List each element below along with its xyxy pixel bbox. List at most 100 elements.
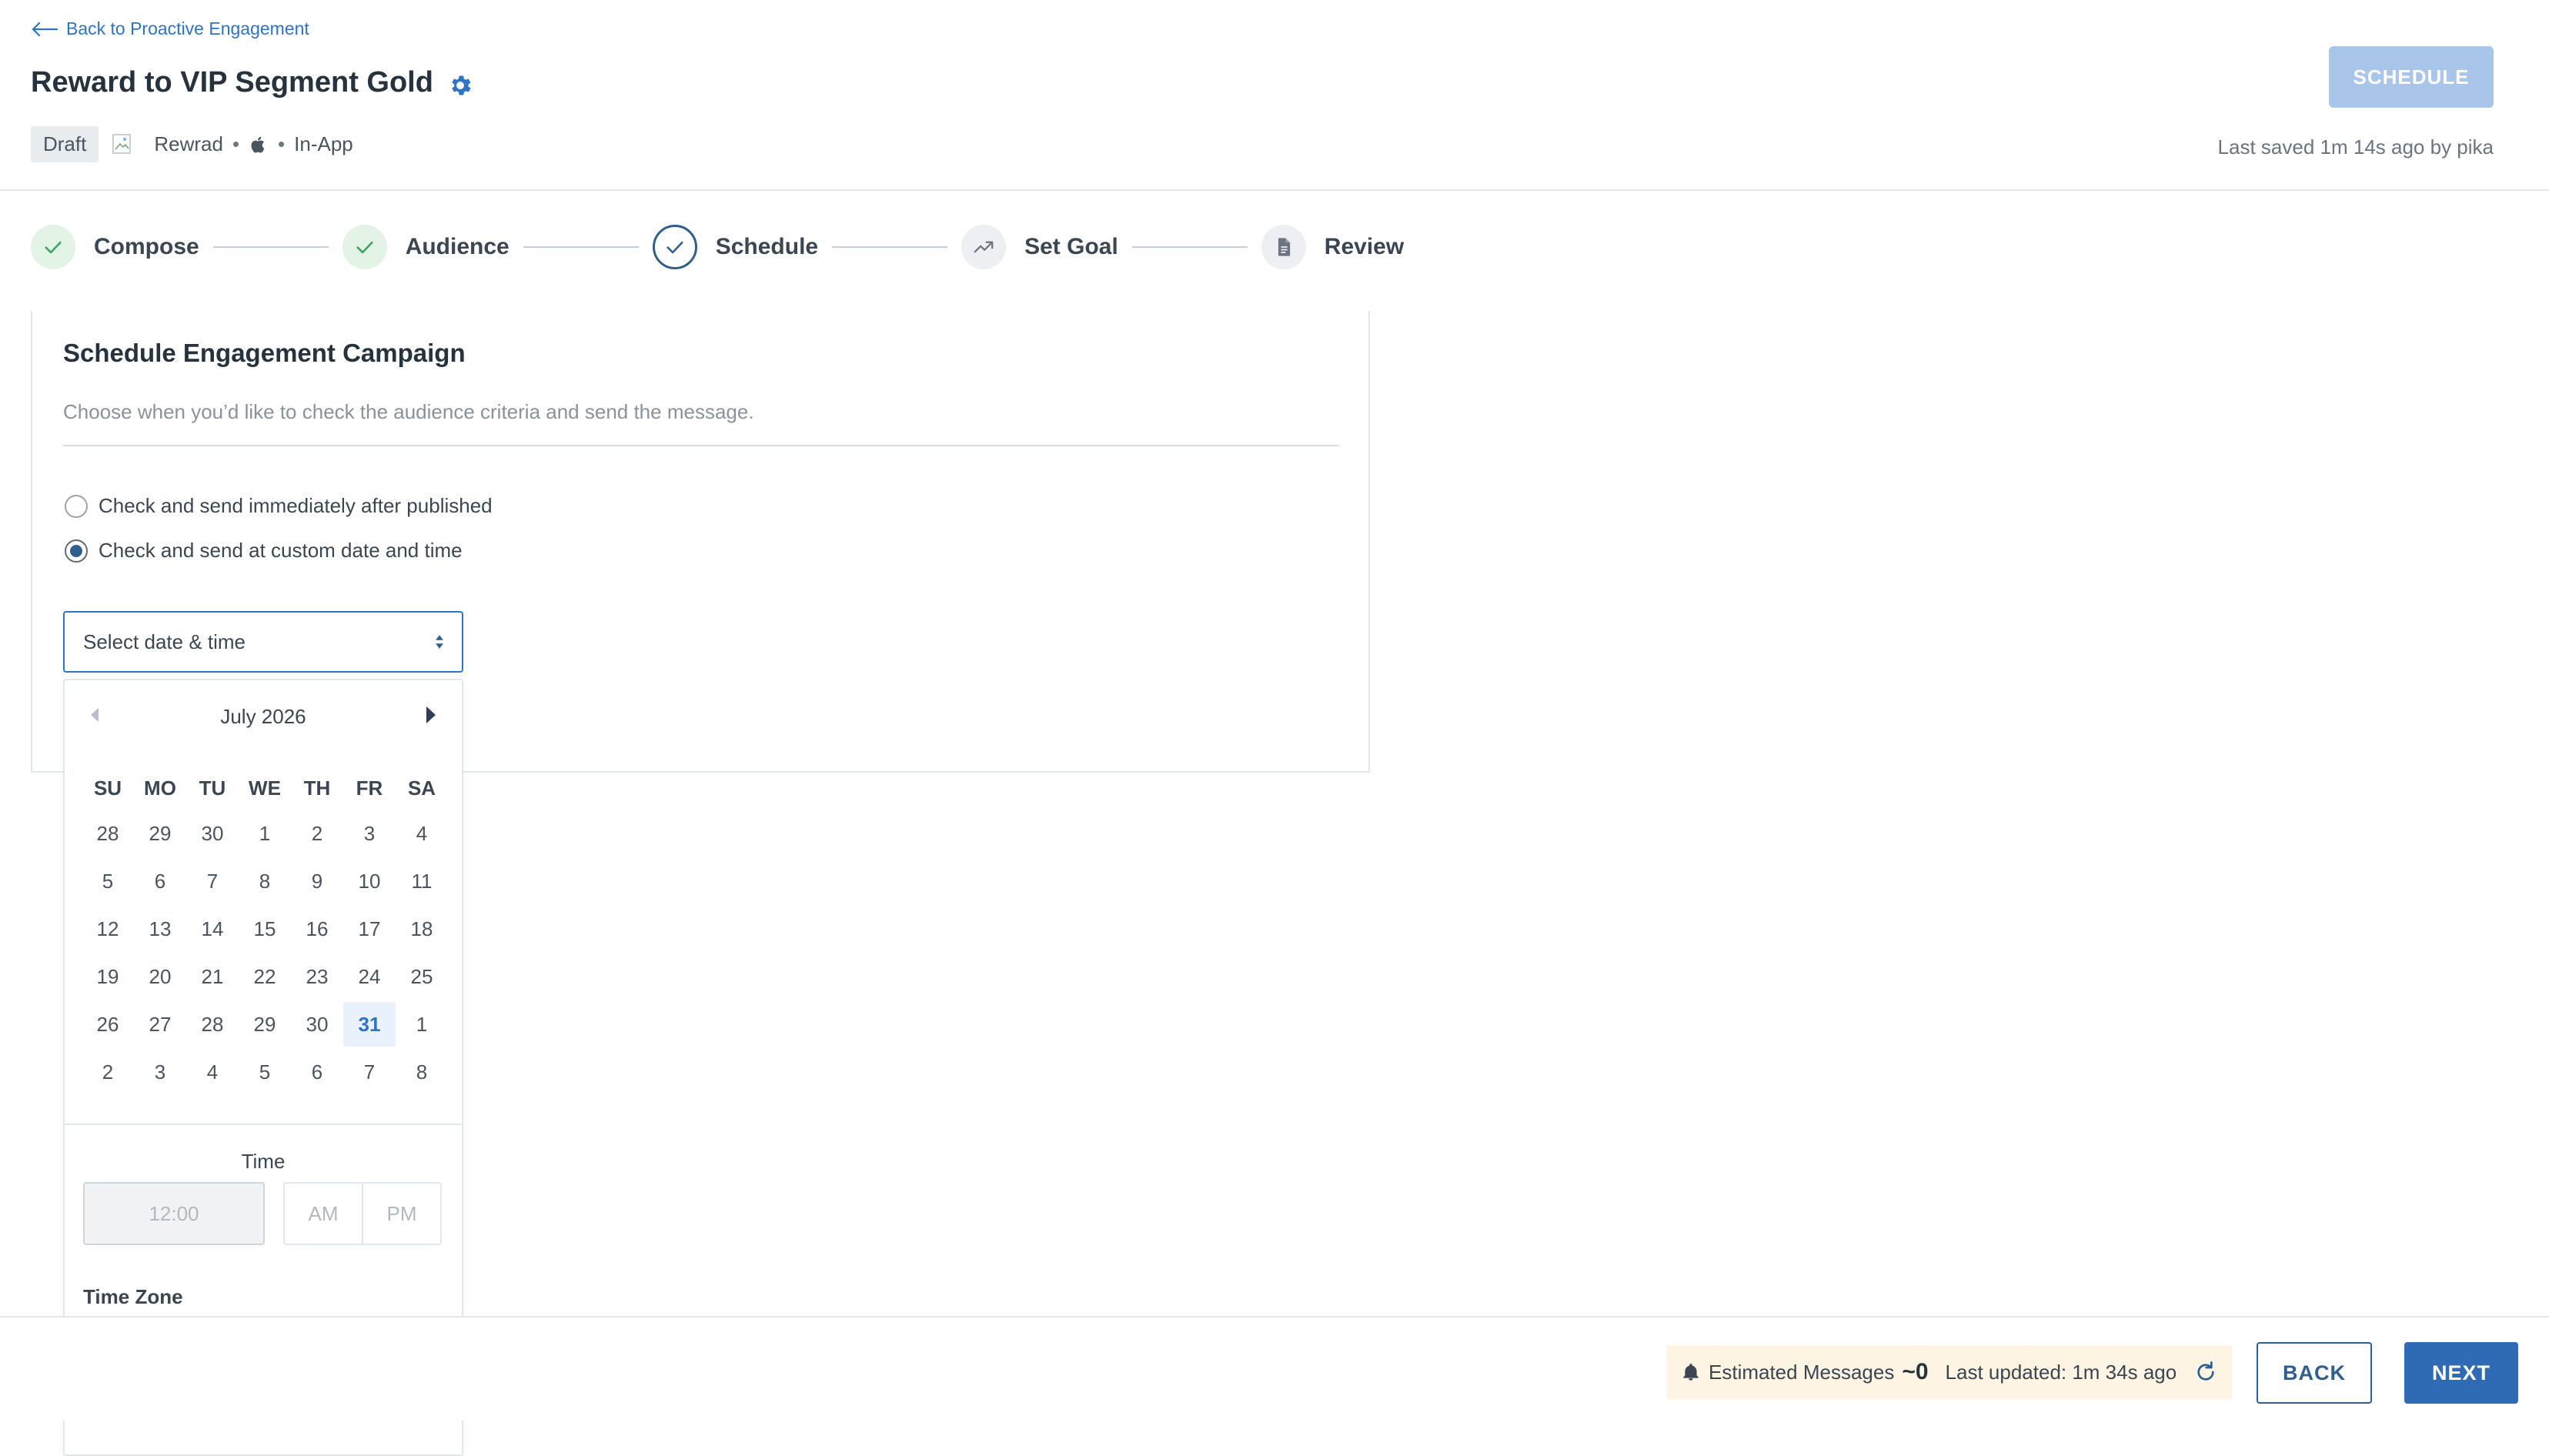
check-icon [652, 225, 697, 269]
calendar-day[interactable]: 8 [396, 1050, 448, 1094]
calendar-day[interactable]: 4 [396, 811, 448, 856]
estimated-value: ~0 [1902, 1359, 1929, 1384]
calendar-day[interactable]: 30 [186, 811, 239, 856]
calendar-day[interactable]: 12 [82, 907, 134, 951]
calendar-day[interactable]: 7 [343, 1050, 396, 1094]
calendar-day[interactable]: 10 [343, 859, 396, 903]
calendar-day[interactable]: 6 [134, 859, 186, 903]
next-button[interactable]: NEXT [2404, 1342, 2518, 1404]
step-label: Compose [94, 234, 199, 259]
calendar-day[interactable]: 1 [396, 1002, 448, 1047]
calendar-day[interactable]: 31 [343, 1002, 396, 1047]
schedule-button[interactable]: SCHEDULE [2329, 46, 2494, 108]
calendar-day[interactable]: 3 [343, 811, 396, 856]
trend-up-icon [961, 225, 1007, 269]
document-icon [1261, 225, 1306, 269]
calendar-day[interactable]: 26 [82, 1002, 134, 1047]
calendar-day[interactable]: 16 [291, 907, 343, 951]
calendar-day[interactable]: 11 [396, 859, 448, 903]
step-review[interactable]: Review [1261, 225, 1404, 269]
calendar-day[interactable]: 20 [134, 954, 186, 999]
radio-send-immediately[interactable]: Check and send immediately after publish… [65, 494, 493, 518]
radio-button[interactable] [65, 494, 88, 518]
arrow-left-icon [32, 22, 58, 36]
calendar-day[interactable]: 5 [82, 859, 134, 903]
radio-send-custom[interactable]: Check and send at custom date and time [65, 539, 463, 563]
reward-name: Rewrad [154, 132, 223, 155]
calendar-week: 26 27 28 29 30 31 1 [82, 1000, 448, 1048]
radio-label: Check and send immediately after publish… [99, 494, 493, 517]
step-schedule[interactable]: Schedule [652, 225, 818, 269]
campaign-meta: Draft Rewrad • • In-App [31, 126, 353, 162]
calendar-day[interactable]: 2 [82, 1050, 134, 1094]
calendar-day[interactable]: 25 [396, 954, 448, 999]
calendar-day[interactable]: 14 [186, 907, 239, 951]
next-month-icon[interactable] [426, 706, 436, 723]
step-audience[interactable]: Audience [342, 225, 509, 269]
calendar-day[interactable]: 1 [239, 811, 291, 856]
refresh-icon[interactable] [2193, 1360, 2218, 1384]
check-icon [31, 225, 75, 269]
calendar-day[interactable]: 24 [343, 954, 396, 999]
month-label: July 2026 [220, 705, 306, 728]
calendar-day[interactable]: 19 [82, 954, 134, 999]
progress-stepper: Compose Audience Schedule Set Goal Revie… [31, 225, 1404, 269]
calendar-day[interactable]: 2 [291, 811, 343, 856]
calendar-day[interactable]: 30 [291, 1002, 343, 1047]
calendar-day[interactable]: 18 [396, 907, 448, 951]
select-placeholder: Select date & time [83, 629, 246, 653]
check-icon [342, 225, 387, 269]
calendar-day[interactable]: 17 [343, 907, 396, 951]
step-compose[interactable]: Compose [31, 225, 199, 269]
time-input[interactable]: 12:00 [83, 1182, 265, 1245]
calendar-day[interactable]: 4 [186, 1050, 239, 1094]
weekday-label: TU [199, 776, 226, 800]
calendar-week: 2345678 [82, 1048, 448, 1096]
date-time-select[interactable]: Select date & time [63, 611, 463, 673]
pm-button[interactable]: PM [362, 1184, 440, 1244]
calendar-day[interactable]: 21 [186, 954, 239, 999]
calendar-day[interactable]: 23 [291, 954, 343, 999]
back-link[interactable]: Back to Proactive Engagement [31, 18, 309, 39]
calendar-week: 28 29 30 1 2 3 4 [82, 810, 448, 857]
step-connector [212, 246, 329, 248]
back-button[interactable]: BACK [2257, 1342, 2372, 1404]
header-divider [0, 189, 2549, 191]
calendar-day[interactable]: 29 [239, 1002, 291, 1047]
calendar-day[interactable]: 5 [239, 1050, 291, 1094]
calendar-day[interactable]: 28 [186, 1002, 239, 1047]
calendar-day[interactable]: 3 [134, 1050, 186, 1094]
estimated-label: Estimated Messages [1709, 1360, 1895, 1384]
step-connector [523, 246, 639, 248]
estimated-messages: Estimated Messages ~0 Last updated: 1m 3… [1667, 1345, 2233, 1399]
calendar-day[interactable]: 7 [186, 859, 239, 903]
weekday-header: SU MO TU WE TH FR SA [82, 773, 448, 803]
radio-button[interactable] [65, 539, 88, 563]
step-connector [832, 246, 948, 248]
sort-arrows-icon [436, 635, 443, 649]
calendar-day[interactable]: 8 [239, 859, 291, 903]
am-button[interactable]: AM [285, 1184, 362, 1244]
weekday-label: WE [249, 776, 281, 800]
calendar-day[interactable]: 28 [82, 811, 134, 856]
ampm-toggle: AM PM [283, 1182, 442, 1245]
calendar-day[interactable]: 13 [134, 907, 186, 951]
weekday-label: FR [356, 776, 383, 800]
step-set-goal[interactable]: Set Goal [961, 225, 1118, 269]
calendar-day[interactable]: 27 [134, 1002, 186, 1047]
schedule-subtitle: Choose when you’d like to check the audi… [63, 400, 754, 423]
radio-label: Check and send at custom date and time [99, 539, 463, 562]
calendar-day[interactable]: 29 [134, 811, 186, 856]
calendar-day[interactable]: 15 [239, 907, 291, 951]
last-saved-text: Last saved 1m 14s ago by pika [2217, 135, 2494, 159]
step-connector [1131, 246, 1248, 248]
gear-icon[interactable] [447, 72, 473, 99]
calendar-week: 5 6 7 8 9 10 11 [82, 857, 448, 905]
last-updated-text: Last updated: 1m 34s ago [1945, 1360, 2177, 1384]
apple-icon [251, 136, 265, 153]
calendar-day[interactable]: 9 [291, 859, 343, 903]
calendar-day[interactable]: 22 [239, 954, 291, 999]
calendar-week: 19 20 21 22 23 24 25 [82, 953, 448, 1000]
calendar-day[interactable]: 6 [291, 1050, 343, 1094]
broken-image-icon [111, 132, 135, 157]
